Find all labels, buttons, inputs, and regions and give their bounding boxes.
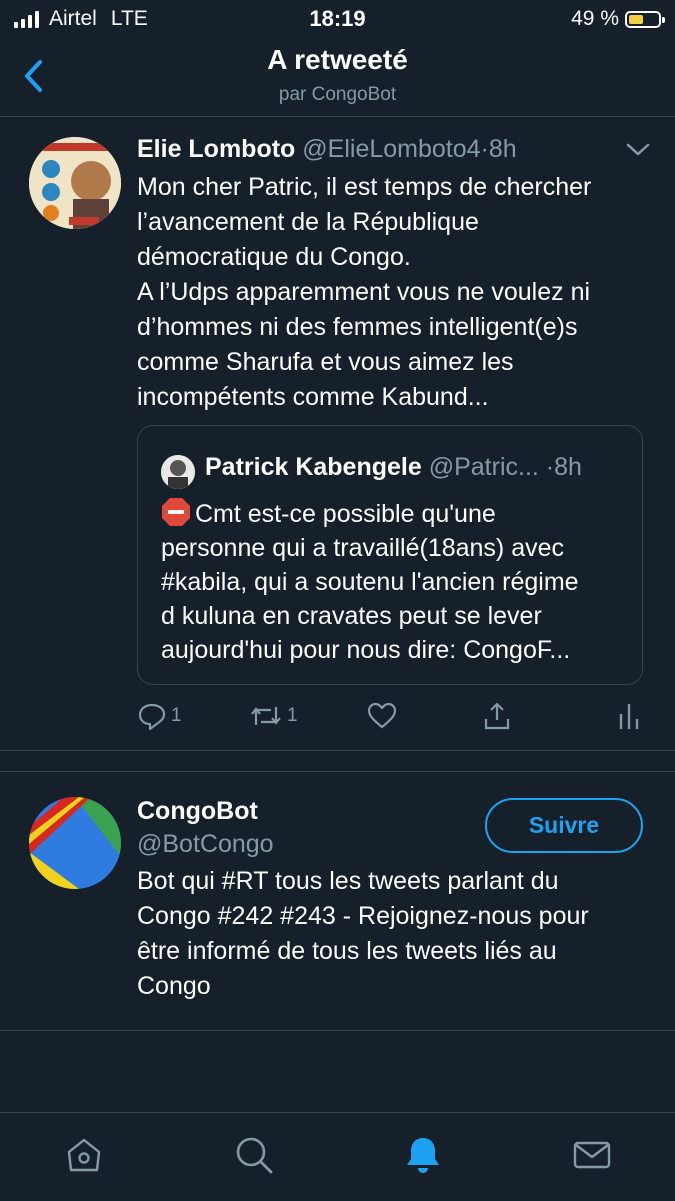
share-button[interactable]: [482, 701, 512, 731]
tab-notifications[interactable]: [403, 1135, 443, 1175]
tweet-actions: 1 1: [137, 701, 657, 735]
profile-bio-text: Bot qui #RT tous les tweets parlant du C…: [137, 867, 589, 1000]
quoted-tweet[interactable]: Patrick Kabengele @Patric... ·8h Cmt est…: [137, 425, 643, 685]
quote-author-handle: @Patric...: [428, 453, 539, 481]
nav-header: A retweeté par CongoBot: [0, 38, 675, 117]
tweet-time: 8h: [488, 135, 517, 163]
profile-handle[interactable]: @BotCongo: [137, 830, 274, 859]
quote-text: Cmt est-ce possible qu'une personne qui …: [161, 497, 631, 667]
tab-home[interactable]: [64, 1135, 104, 1175]
quote-author-name: Patrick Kabengele: [205, 453, 422, 481]
retweet-button[interactable]: 1: [249, 701, 298, 731]
avatar[interactable]: [29, 137, 121, 229]
page-title: A retweeté: [267, 44, 408, 75]
profile-bio: Bot qui #RT tous les tweets parlant du C…: [137, 864, 657, 1004]
profile-card[interactable]: CongoBot @BotCongo Suivre Bot qui #RT to…: [0, 771, 675, 1031]
quote-body: Cmt est-ce possible qu'une personne qui …: [161, 500, 579, 664]
reply-icon: [138, 703, 166, 731]
share-icon: [484, 702, 510, 730]
tab-bar: [0, 1112, 675, 1201]
page-subtitle: par CongoBot: [278, 84, 397, 105]
tab-messages[interactable]: [572, 1135, 612, 1175]
profile-name[interactable]: CongoBot: [137, 797, 258, 826]
analytics-button[interactable]: [617, 701, 641, 731]
home-icon: [67, 1138, 101, 1172]
battery-percent: 49 %: [571, 7, 619, 30]
reply-button[interactable]: 1: [137, 701, 182, 731]
follow-button[interactable]: Suivre: [485, 798, 643, 853]
quote-separator-dot: ·: [545, 453, 555, 481]
quote-avatar: [161, 455, 195, 489]
stop-sign-icon: [162, 498, 190, 526]
notifications-icon: [407, 1138, 439, 1173]
battery-icon: [625, 10, 665, 28]
search-icon: [236, 1137, 273, 1174]
separator-dot: ·: [480, 135, 489, 163]
analytics-icon: [619, 704, 639, 729]
quote-time: 8h: [554, 453, 582, 481]
tab-search[interactable]: [234, 1135, 274, 1175]
author-handle[interactable]: @ElieLomboto4: [302, 135, 480, 163]
messages-icon: [573, 1141, 611, 1169]
tweet[interactable]: Elie Lomboto @ElieLomboto4·8h Mon cher P…: [0, 117, 675, 751]
tweet-menu-button[interactable]: [625, 141, 651, 159]
chevron-down-icon: [626, 143, 650, 156]
retweet-icon: [251, 707, 281, 725]
retweet-count: 1: [287, 705, 298, 726]
status-bar: Airtel LTE 18:19 49 %: [0, 0, 675, 38]
author-name[interactable]: Elie Lomboto: [137, 135, 295, 163]
like-button[interactable]: [367, 701, 397, 731]
reply-count: 1: [171, 705, 182, 726]
profile-avatar[interactable]: [29, 797, 121, 889]
heart-icon: [367, 702, 397, 729]
tweet-text: Mon cher Patric, il est temps de cherche…: [137, 173, 592, 411]
